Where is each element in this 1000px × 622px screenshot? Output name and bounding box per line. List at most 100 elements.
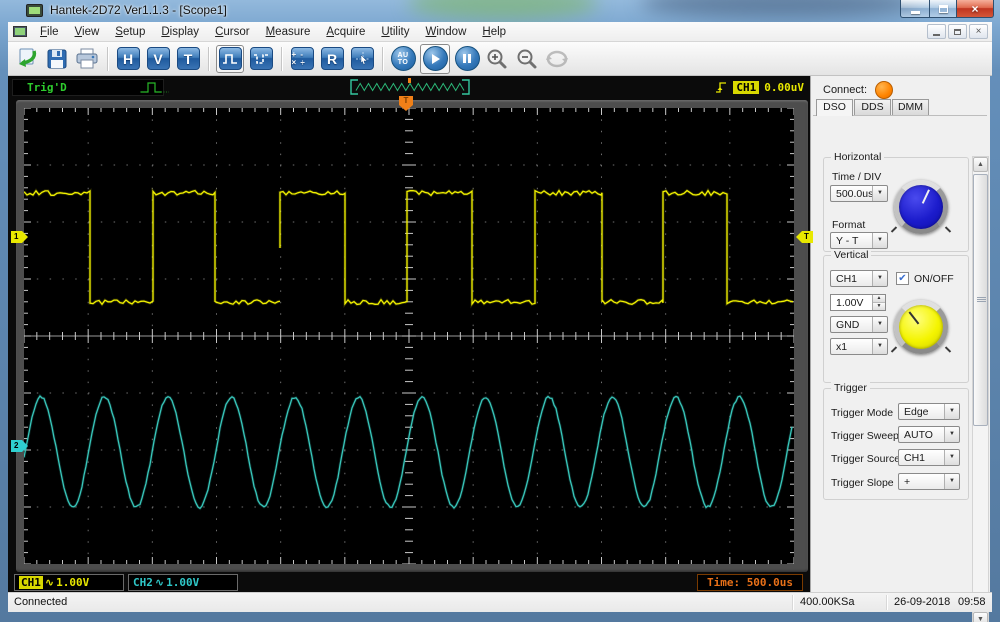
- horizontal-group-title: Horizontal: [831, 151, 884, 163]
- pause-icon: [455, 46, 480, 71]
- minimize-button[interactable]: [900, 0, 929, 18]
- ch2-readout: CH2 ∿ 1.00V: [128, 574, 238, 591]
- trigger-sweep-label: Trigger Sweep: [831, 430, 899, 442]
- window-controls: ×: [900, 0, 994, 18]
- reference-icon: R: [321, 47, 344, 70]
- save-button[interactable]: [44, 45, 70, 73]
- zoom-in-button[interactable]: [484, 45, 510, 73]
- trigger-level-readout: CH1 0.00uV: [715, 79, 804, 96]
- scroll-up-icon[interactable]: ▲: [973, 157, 988, 172]
- vertical-position-knob[interactable]: [894, 300, 948, 354]
- pulse-alt-button[interactable]: [248, 45, 274, 73]
- vertical-panel-button[interactable]: V: [145, 45, 171, 73]
- format-select[interactable]: Y - T ▼: [830, 232, 888, 249]
- refresh-icon: [545, 49, 569, 69]
- chevron-down-icon: ▼: [944, 450, 959, 465]
- probe-select[interactable]: x1 ▼: [830, 338, 888, 355]
- pulse-wave-alt-icon: [250, 47, 273, 70]
- open-file-icon: [15, 47, 39, 71]
- tab-dmm[interactable]: DMM: [892, 99, 929, 115]
- scroll-down-icon[interactable]: ▼: [973, 612, 988, 622]
- mdi-minimize-icon: [933, 34, 940, 36]
- mdi-close-button[interactable]: ×: [969, 24, 988, 39]
- reference-button[interactable]: R: [319, 45, 345, 73]
- preview-waveform-icon: [348, 78, 472, 96]
- trigger-source-label: Trigger Source: [831, 453, 900, 465]
- autoset-button[interactable]: AUTO: [390, 45, 416, 73]
- channel-select[interactable]: CH1 ▼: [830, 270, 888, 287]
- menu-cursor[interactable]: Cursor: [207, 24, 258, 40]
- menu-acquire[interactable]: Acquire: [318, 24, 373, 40]
- trigger-mode-select[interactable]: Edge ▼: [898, 403, 960, 420]
- scope-document-icon[interactable]: [13, 26, 27, 37]
- menu-utility[interactable]: Utility: [373, 24, 417, 40]
- app-window: Hantek-2D72 Ver1.1.3 - [Scope1] × File V…: [0, 0, 1000, 622]
- refresh-button[interactable]: [544, 45, 570, 73]
- run-selected-frame: [420, 44, 450, 74]
- menu-window[interactable]: Window: [417, 24, 474, 40]
- scrollbar-thumb[interactable]: [973, 174, 988, 426]
- knob-max-tick: [945, 226, 951, 232]
- menu-measure[interactable]: Measure: [258, 24, 319, 40]
- title-bar: Hantek-2D72 Ver1.1.3 - [Scope1] ×: [0, 0, 1000, 22]
- panel-tabs: DSO DDS DMM: [816, 99, 930, 116]
- graticule-frame: 1 2 T T: [16, 100, 808, 572]
- time-div-label: Time / DIV: [832, 171, 881, 183]
- tab-dds[interactable]: DDS: [854, 99, 891, 115]
- chevron-down-icon: ▼: [872, 317, 887, 332]
- close-button[interactable]: ×: [956, 0, 994, 18]
- horizontal-panel-button[interactable]: H: [115, 45, 141, 73]
- trigger-edge-icon: [715, 80, 728, 95]
- coupling-select[interactable]: GND ▼: [830, 316, 888, 333]
- waveform-mode-selected-frame: [216, 45, 244, 73]
- run-button[interactable]: [422, 46, 448, 72]
- connect-label: Connect:: [823, 84, 867, 96]
- ch1-label-badge: CH1: [19, 576, 43, 589]
- knob-max-tick: [945, 346, 951, 352]
- pulse-wave-icon: [219, 47, 242, 70]
- pulse-indicator-icon: [140, 80, 170, 100]
- mdi-minimize-button[interactable]: [927, 24, 946, 39]
- trigger-level-marker[interactable]: T: [796, 231, 813, 243]
- save-icon: [46, 48, 68, 70]
- connection-status: Connected: [14, 596, 67, 608]
- trigger-source-select[interactable]: CH1 ▼: [898, 449, 960, 466]
- trigger-panel-button[interactable]: T: [175, 45, 201, 73]
- zoom-out-button[interactable]: [514, 45, 540, 73]
- volts-div-spinner[interactable]: 1.00V ▲▼: [830, 294, 886, 311]
- window-title: Hantek-2D72 Ver1.1.3 - [Scope1]: [50, 3, 227, 17]
- toolbar-separator: [281, 47, 282, 71]
- menu-help[interactable]: Help: [474, 24, 514, 40]
- toolbar-separator: [107, 47, 108, 71]
- toolbar-separator: [208, 47, 209, 71]
- print-button[interactable]: [74, 45, 100, 73]
- menu-file[interactable]: File: [32, 24, 67, 40]
- horizontal-position-knob[interactable]: [894, 180, 948, 234]
- open-button[interactable]: [14, 45, 40, 73]
- panel-scrollbar[interactable]: ▲ ▼: [972, 156, 989, 622]
- mdi-restore-button[interactable]: [948, 24, 967, 39]
- trigger-slope-select[interactable]: + ▼: [898, 473, 960, 490]
- knob-min-tick: [891, 346, 897, 352]
- maximize-button[interactable]: [929, 0, 956, 18]
- trigger-sweep-select[interactable]: AUTO ▼: [898, 426, 960, 443]
- pause-button[interactable]: [454, 45, 480, 73]
- menu-setup[interactable]: Setup: [107, 24, 153, 40]
- status-time: 09:58: [958, 596, 986, 608]
- menu-view[interactable]: View: [67, 24, 108, 40]
- time-div-select[interactable]: 500.0us ▼: [830, 185, 888, 202]
- pulse-normal-button[interactable]: [218, 47, 242, 71]
- play-icon: [423, 46, 448, 71]
- spinner-arrows[interactable]: ▲▼: [872, 295, 885, 310]
- menu-display[interactable]: Display: [153, 24, 207, 40]
- trigger-level-value: 0.00uV: [764, 81, 804, 94]
- cursor-measure-button[interactable]: [349, 45, 375, 73]
- math-button[interactable]: + - × ÷: [289, 45, 315, 73]
- scope-display-area: Trig'D CH1 0.00uV 1 2 T T: [8, 76, 810, 592]
- channel-onoff-checkbox[interactable]: ✔: [896, 272, 909, 285]
- tab-dso[interactable]: DSO: [816, 99, 853, 116]
- close-icon: ×: [971, 2, 978, 16]
- trigger-group-title: Trigger: [831, 382, 870, 394]
- math-icon: + - × ÷: [291, 47, 314, 70]
- spin-down-icon: ▼: [873, 303, 885, 310]
